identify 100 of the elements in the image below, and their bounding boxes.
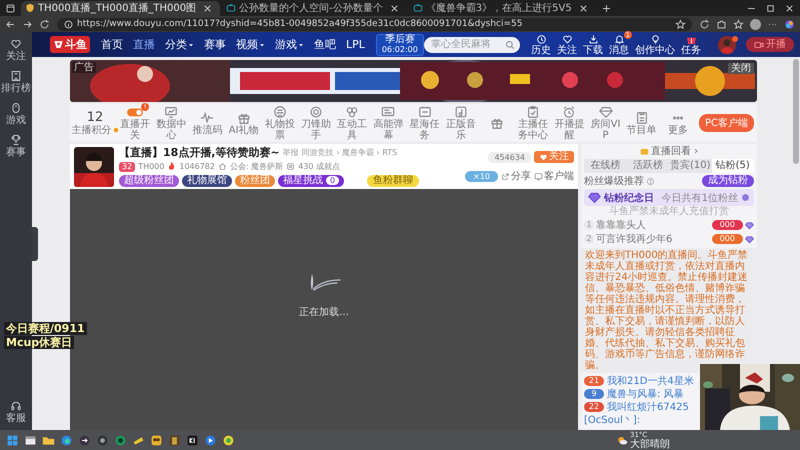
header-action[interactable]: 关注 (554, 34, 580, 56)
sidebar-item[interactable]: 客服 (6, 400, 26, 424)
browser-tab[interactable]: 公孙数量的个人空间-公孙数量个 (222, 0, 407, 16)
sidebar-item[interactable]: 游戏 (6, 102, 26, 126)
maximize-icon[interactable] (765, 2, 776, 14)
nav-link[interactable]: 游戏 (270, 32, 309, 57)
tab-actions-icon[interactable] (5, 2, 16, 14)
app-icon[interactable] (186, 434, 199, 446)
header-action[interactable]: 创作中心 (632, 34, 678, 56)
fan-name: 可言许我再少年6 (596, 232, 672, 246)
scrollbar[interactable] (793, 59, 799, 164)
sidebar-item[interactable]: 赛事 (6, 134, 26, 158)
close-icon[interactable] (202, 2, 214, 14)
search-icon[interactable] (504, 40, 515, 50)
browser-tab[interactable]: 《魔兽争霸3》，在高上进行5V5 (408, 0, 596, 16)
toolbar-item[interactable]: 更多 (660, 110, 696, 136)
toolbar-item[interactable]: 互动工具 (334, 105, 370, 141)
stream-overlay-text: Mcup休赛日 (4, 336, 74, 349)
toolbar-item[interactable]: 星海任务 (406, 105, 443, 141)
become-fan-button[interactable]: 成为钻粉 (702, 175, 754, 187)
toolbar-item[interactable]: AI礼物 (226, 110, 262, 136)
sidebar-item[interactable]: 排行榜 (1, 70, 31, 94)
go-live-button[interactable]: 开播 (746, 37, 794, 52)
ranking-tab[interactable]: 在线榜 (584, 159, 626, 173)
chat-message: 魔兽与风暴: 风暴 (607, 388, 684, 400)
toolbar-item[interactable]: 推流码 (189, 110, 226, 136)
refresh-icon[interactable] (39, 18, 50, 30)
logo[interactable]: 斗鱼 (50, 36, 90, 53)
share-link[interactable]: 分享 (501, 169, 531, 183)
level-badge: 21 (584, 376, 604, 386)
countdown-time: 06:02:00 (382, 44, 418, 54)
star-icon[interactable] (675, 18, 686, 30)
toolbar-item[interactable]: 节目单 (624, 110, 660, 136)
nav-link[interactable]: LPL (341, 32, 370, 57)
bell-icon (614, 34, 624, 44)
forward-icon[interactable] (22, 18, 33, 30)
fan-badge: 000 (712, 220, 743, 230)
tv-icon (226, 3, 236, 13)
ranking-tab[interactable]: 贵宾(10) (669, 159, 712, 173)
warning-text: 斗鱼严禁未成年人充值打赏 (608, 206, 730, 218)
new-tab-icon[interactable] (600, 2, 612, 14)
caret-icon (298, 42, 304, 48)
nav-link[interactable]: 分类 (160, 32, 199, 57)
header-action[interactable]: 下载 (580, 34, 606, 56)
toolbar-item[interactable]: 主播任务中心 (515, 105, 552, 141)
fan-group-button[interactable]: 鱼粉群聊 (367, 174, 420, 186)
close-icon[interactable] (578, 2, 589, 14)
nav-link[interactable]: 首页 (96, 32, 128, 57)
toolbar-item[interactable]: 开播提醒 (551, 105, 588, 141)
toolbar-item[interactable]: 刀锋助手 (298, 105, 334, 141)
toolbar-item[interactable]: 礼物投票 (262, 105, 298, 141)
replay-link[interactable]: 直播回看 › (640, 146, 698, 158)
client-link[interactable]: 客户端 (534, 169, 574, 183)
fan-badge-button[interactable]: 超级粉丝团 (119, 174, 179, 186)
chat-message: 我和21D一共4星米 (607, 374, 694, 388)
profile-avatar[interactable] (750, 18, 761, 30)
event-title: 季后赛 (384, 34, 415, 44)
level-badge: 32 (119, 162, 136, 172)
close-icon[interactable] (784, 2, 795, 14)
star-icon[interactable] (733, 18, 744, 30)
stream-overlay-text: 今日赛程/0911 (4, 322, 87, 335)
header-action[interactable]: 历史 (528, 34, 554, 56)
toolbar-item[interactable]: 正版音乐 (442, 105, 479, 141)
back-icon[interactable] (5, 18, 16, 30)
streamer-name: TH000 (138, 162, 164, 171)
app-icon[interactable] (204, 434, 217, 446)
user-avatar[interactable] (718, 36, 736, 54)
notice-text: 欢迎来到TH000的直播间。斗鱼严禁未成年人直播或打赏，依法对直播内容进行24小时巡查。禁止传播封建迷信、暴恐暴恐、低俗色情、赌博诈骗等任何违法违规内容。请理性消费，如主播在直播时以不正当方式诱导打赏、私下交易，请谨慎判断，以防人身财产损失。请勿轻信各类招聘征婚、代练代抽、私下交易、购买礼包码、游戏币等广告信息，谨防网络诈骗。 (585, 250, 749, 371)
close-icon[interactable] (388, 2, 400, 14)
nav-link[interactable]: 赛事 (199, 32, 231, 57)
flame-icon (167, 162, 176, 171)
sidebar-item[interactable]: 关注 (6, 38, 26, 62)
close-ad-button[interactable]: 关闭 (728, 63, 754, 74)
toolbar-item[interactable]: 高能弹幕 (370, 105, 406, 141)
heart-icon (539, 152, 548, 162)
collapse-handle[interactable] (32, 226, 38, 260)
ranking-tab[interactable]: 活跃榜 (626, 159, 669, 173)
download-icon (588, 34, 598, 44)
level-badge: 9 (584, 388, 604, 398)
nav-link[interactable]: 鱼吧 (309, 32, 341, 57)
pc-client-button[interactable]: PC客户端 (699, 114, 754, 132)
ranking-tab[interactable]: 钻粉(5) (712, 159, 754, 173)
weather-condition: 大部晴朗 (630, 438, 670, 450)
start-icon[interactable] (6, 434, 19, 446)
app-icon[interactable] (78, 434, 91, 446)
fan-badge-button[interactable]: 福星挑战 0 (278, 174, 344, 186)
puzzle-icon[interactable] (716, 18, 727, 30)
event-badge[interactable]: 季后赛 06:02:00 (376, 34, 424, 56)
toolbar-item[interactable]: 房间VIP (587, 105, 624, 141)
address-field[interactable]: https://www.douyu.com/11017?dyshid=45b81-0049852a49f355de31c0dc8600091701&dyshci=55 (57, 18, 692, 30)
window-icon[interactable] (24, 434, 37, 446)
shield-icon (25, 3, 35, 13)
browser-tab[interactable]: TH000直播_TH000直播_TH000图 (21, 0, 220, 16)
nav-link[interactable]: 视频 (231, 32, 270, 57)
gift-icon[interactable] (490, 116, 504, 130)
toolbar-item[interactable]: 数据中心 (153, 105, 190, 141)
fan-badge-button[interactable]: 礼物展馆 (182, 174, 232, 186)
header-action[interactable]: 任务 (678, 34, 704, 56)
refresh-icon[interactable] (699, 18, 710, 30)
nav-link[interactable]: 直播 (128, 32, 160, 57)
